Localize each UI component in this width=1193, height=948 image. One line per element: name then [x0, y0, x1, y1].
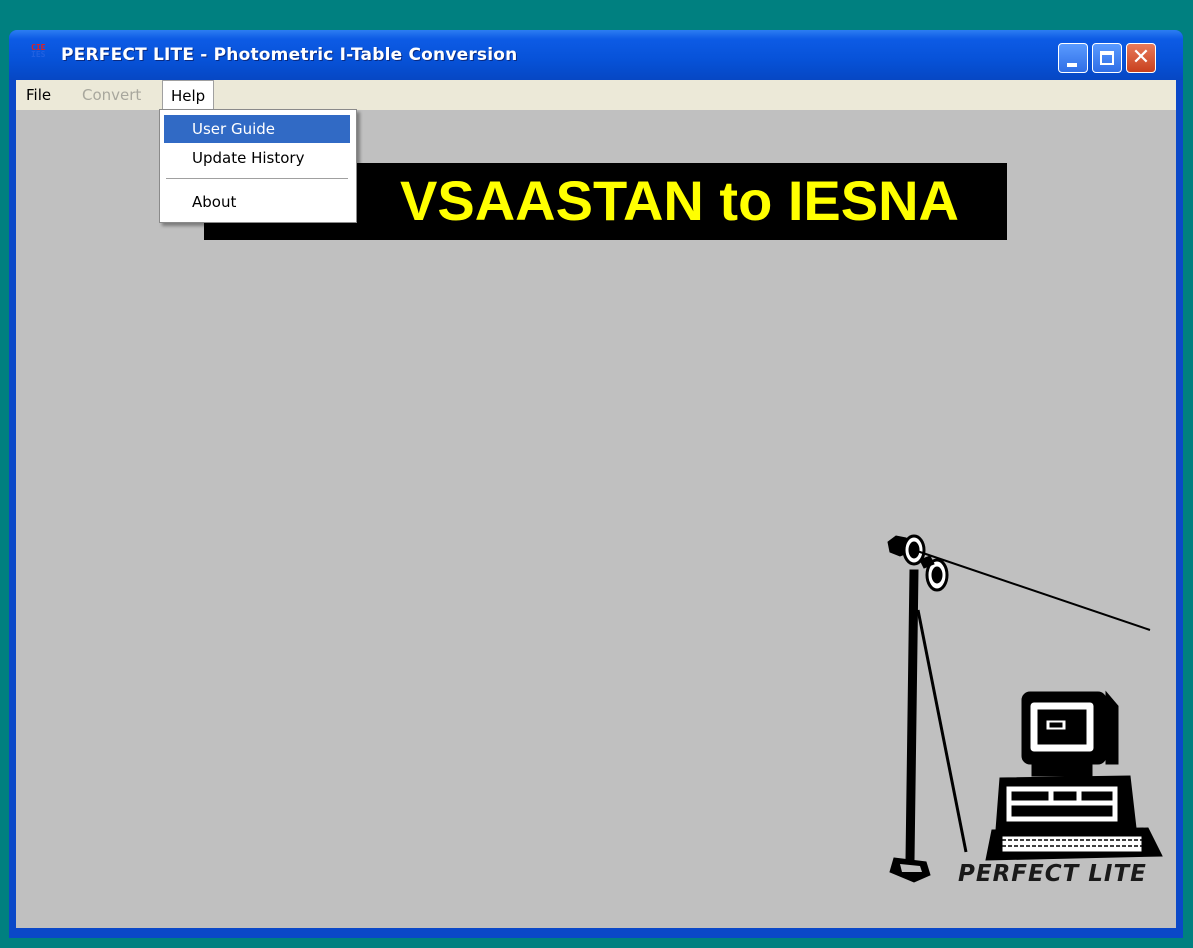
- window-title: PERFECT LITE - Photometric I-Table Conve…: [61, 45, 518, 65]
- computer-icon: [985, 690, 1163, 861]
- maximize-icon: [1100, 51, 1114, 65]
- maximize-button[interactable]: [1092, 43, 1122, 73]
- client-area: VSAASTAN to IESNA PERFECT LITE: [16, 110, 1176, 928]
- menu-item-about[interactable]: About: [164, 188, 350, 216]
- menu-item-user-guide[interactable]: User Guide: [164, 115, 350, 143]
- app-icon-line-2: IES: [31, 50, 46, 59]
- close-icon: ✕: [1131, 45, 1151, 70]
- title-bar[interactable]: CIE IES PERFECT LITE - Photometric I-Tab…: [9, 30, 1183, 80]
- perfect-lite-illustration: [887, 534, 1163, 883]
- banner-text: VSAASTAN to IESNA: [400, 169, 959, 232]
- menu-item-update-history[interactable]: Update History: [164, 144, 350, 172]
- menu-help[interactable]: Help: [162, 80, 215, 109]
- menu-file[interactable]: File: [20, 80, 57, 110]
- perfect-lite-label: PERFECT LITE: [958, 861, 1147, 887]
- minimize-button[interactable]: [1058, 43, 1088, 73]
- menu-separator: [166, 178, 348, 179]
- app-icon[interactable]: CIE IES: [31, 44, 49, 66]
- menu-convert[interactable]: Convert: [76, 80, 147, 110]
- help-dropdown-menu: User Guide Update History About: [159, 109, 357, 223]
- minimize-icon: [1067, 63, 1077, 67]
- menu-bar: File Convert Help: [16, 80, 1176, 110]
- close-button[interactable]: ✕: [1126, 43, 1156, 73]
